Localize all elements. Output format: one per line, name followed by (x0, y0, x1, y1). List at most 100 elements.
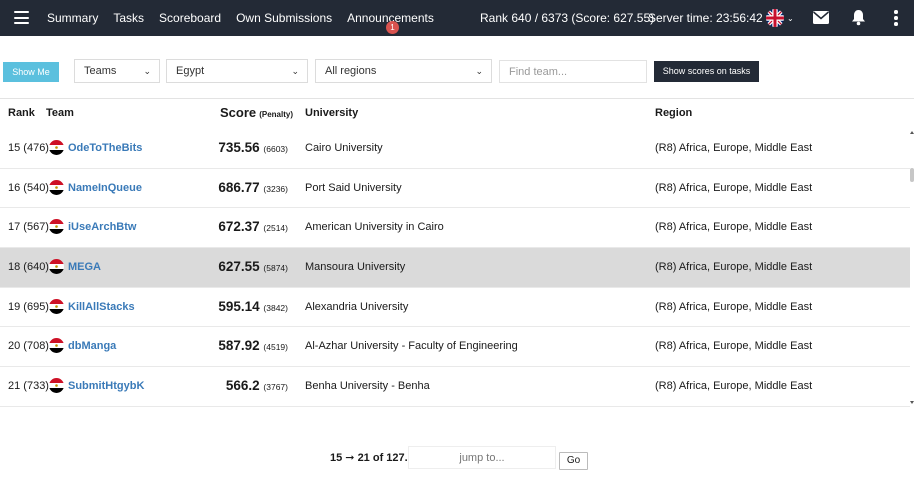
header-team: Team (46, 107, 74, 119)
row-score: 566.2 (225, 378, 260, 394)
show-scores-on-tasks-button[interactable]: Show scores on tasks (654, 61, 759, 82)
egypt-flag-icon (49, 219, 64, 235)
team-link[interactable]: OdeToTheBits (68, 142, 142, 154)
egypt-flag-icon (49, 140, 64, 155)
table-row[interactable]: 16 (540) NameInQueue 686.77 (3236) Port Sai… (0, 169, 910, 209)
row-score-group: 587.92 (4519) (218, 338, 288, 353)
pagination-range: 15 ➞ 21 of 127. (330, 452, 408, 464)
row-university: Port Said University (305, 181, 402, 194)
region-select-value: All regions (325, 65, 377, 77)
egypt-flag-icon (49, 179, 64, 195)
menu-icon[interactable] (14, 11, 29, 24)
row-university: Al-Azhar University - Faculty of Enginee… (305, 340, 518, 353)
team-link[interactable]: MEGA (68, 261, 101, 273)
row-score-group: 672.37 (2514) (218, 219, 288, 234)
header-score: Score (220, 105, 257, 120)
row-penalty: (6603) (263, 144, 288, 154)
egypt-flag-icon (49, 338, 64, 354)
row-rank: 21 (733) (8, 380, 49, 393)
team-link[interactable]: KillAllStacks (68, 301, 135, 313)
top-navbar: Summary Tasks Scoreboard Own Submissions… (0, 0, 914, 36)
jump-to-input[interactable] (408, 446, 556, 469)
row-university: Mansoura University (305, 261, 406, 274)
scroll-down-arrow[interactable] (910, 401, 914, 404)
table-row[interactable]: 15 (476) OdeToTheBits 735.56 (6603) Cairo U… (0, 129, 910, 169)
nav-summary[interactable]: Summary (47, 11, 98, 25)
nav-tasks[interactable]: Tasks (113, 11, 144, 25)
row-rank: 19 (695) (8, 300, 49, 313)
chevron-down-icon: ⌄ (787, 13, 794, 23)
team-link[interactable]: SubmitHtgybK (68, 380, 144, 392)
row-score-group: 627.55 (5874) (218, 259, 288, 274)
team-link[interactable]: iUseArchBtw (68, 221, 136, 233)
header-university: University (305, 107, 359, 119)
team-link[interactable]: dbManga (68, 340, 116, 352)
scoreboard-table: 15 (476) OdeToTheBits 735.56 (6603) Cairo U… (0, 129, 910, 407)
mail-icon[interactable] (812, 11, 830, 24)
row-university: Alexandria University (305, 300, 409, 313)
table-row[interactable]: 20 (708) dbManga 587.92 (4519) Al-Azhar Uni… (0, 327, 910, 368)
nav-own-submissions[interactable]: Own Submissions (236, 11, 332, 25)
table-row[interactable]: 18 (640) MEGA 627.55 (5874) Mansoura Univer… (0, 248, 910, 288)
header-penalty: (Penalty) (259, 110, 293, 119)
country-select-value: Egypt (176, 65, 205, 77)
chevron-down-icon: ⌄ (475, 66, 483, 76)
row-score-group: 686.77 (3236) (218, 180, 288, 195)
row-score-group: 735.56 (6603) (218, 140, 288, 155)
nav-scoreboard[interactable]: Scoreboard (159, 11, 221, 25)
row-penalty: (3842) (263, 302, 288, 313)
user-rank-status: Rank 640 / 6373 (Score: 627.55) (480, 11, 655, 25)
chevron-down-icon: ⌄ (143, 66, 151, 76)
row-score: 735.56 (218, 140, 260, 155)
go-button[interactable]: Go (559, 452, 588, 470)
egypt-flag-icon (49, 259, 64, 275)
table-row[interactable]: 19 (695) KillAllStacks 595.14 (3842) Alexan… (0, 288, 910, 328)
announcement-count-badge: 1 (386, 21, 399, 34)
header-rank: Rank (8, 107, 35, 119)
row-region: (R8) Africa, Europe, Middle East (655, 261, 813, 274)
uk-flag-icon (766, 9, 784, 27)
kebab-icon[interactable] (893, 10, 899, 26)
row-university: Benha University - Benha (305, 380, 430, 393)
table-row[interactable]: 17 (567) iUseArchBtw 672.37 (2514) American… (0, 208, 910, 249)
chevron-down-icon: ⌄ (291, 66, 299, 76)
region-select[interactable]: All regions ⌄ (315, 59, 492, 83)
row-score: 627.55 (218, 259, 260, 275)
scoreboard-filters: Show Me Teams ⌄ Egypt ⌄ All regions ⌄ Sh… (0, 36, 914, 98)
type-select[interactable]: Teams ⌄ (74, 59, 160, 83)
row-region: (R8) Africa, Europe, Middle East (655, 340, 813, 353)
row-score: 595.14 (218, 298, 260, 314)
header-score-group: Score (Penalty) (220, 105, 293, 120)
row-university: American University in Cairo (305, 221, 444, 234)
table-row[interactable]: 21 (733) SubmitHtgybK 566.2 (3767) Benha Un… (0, 367, 910, 407)
row-score: 587.92 (218, 338, 260, 354)
team-link[interactable]: NameInQueue (68, 182, 142, 194)
row-penalty: (4519) (263, 342, 288, 353)
scroll-up-arrow[interactable] (910, 131, 914, 134)
row-region: (R8) Africa, Europe, Middle East (655, 380, 813, 393)
type-select-value: Teams (84, 65, 117, 77)
row-rank: 17 (567) (8, 221, 49, 234)
show-me-button[interactable]: Show Me (3, 62, 59, 82)
egypt-flag-icon (49, 298, 64, 314)
row-rank: 15 (476) (8, 142, 49, 154)
table-header: Rank Team Score (Penalty) University Reg… (0, 99, 914, 129)
language-selector[interactable]: ⌄ (766, 9, 796, 27)
server-time: Server time: 23:56:42 (648, 11, 763, 25)
row-region: (R8) Africa, Europe, Middle East (655, 142, 813, 154)
country-select[interactable]: Egypt ⌄ (166, 59, 308, 83)
row-penalty: (2514) (263, 223, 288, 234)
row-score-group: 566.2 (3767) (226, 378, 288, 393)
row-rank: 16 (540) (8, 181, 49, 194)
scrollbar-thumb[interactable] (910, 168, 914, 182)
row-penalty: (5874) (263, 263, 288, 274)
row-penalty: (3767) (263, 382, 288, 393)
row-region: (R8) Africa, Europe, Middle East (655, 221, 813, 234)
bell-icon[interactable] (851, 9, 866, 26)
row-region: (R8) Africa, Europe, Middle East (655, 300, 813, 313)
find-team-input[interactable] (499, 60, 647, 83)
header-region: Region (655, 107, 693, 119)
pagination: 15 ➞ 21 of 127. Go (0, 444, 914, 474)
row-penalty: (3236) (263, 183, 288, 194)
row-rank: 20 (708) (8, 340, 49, 353)
